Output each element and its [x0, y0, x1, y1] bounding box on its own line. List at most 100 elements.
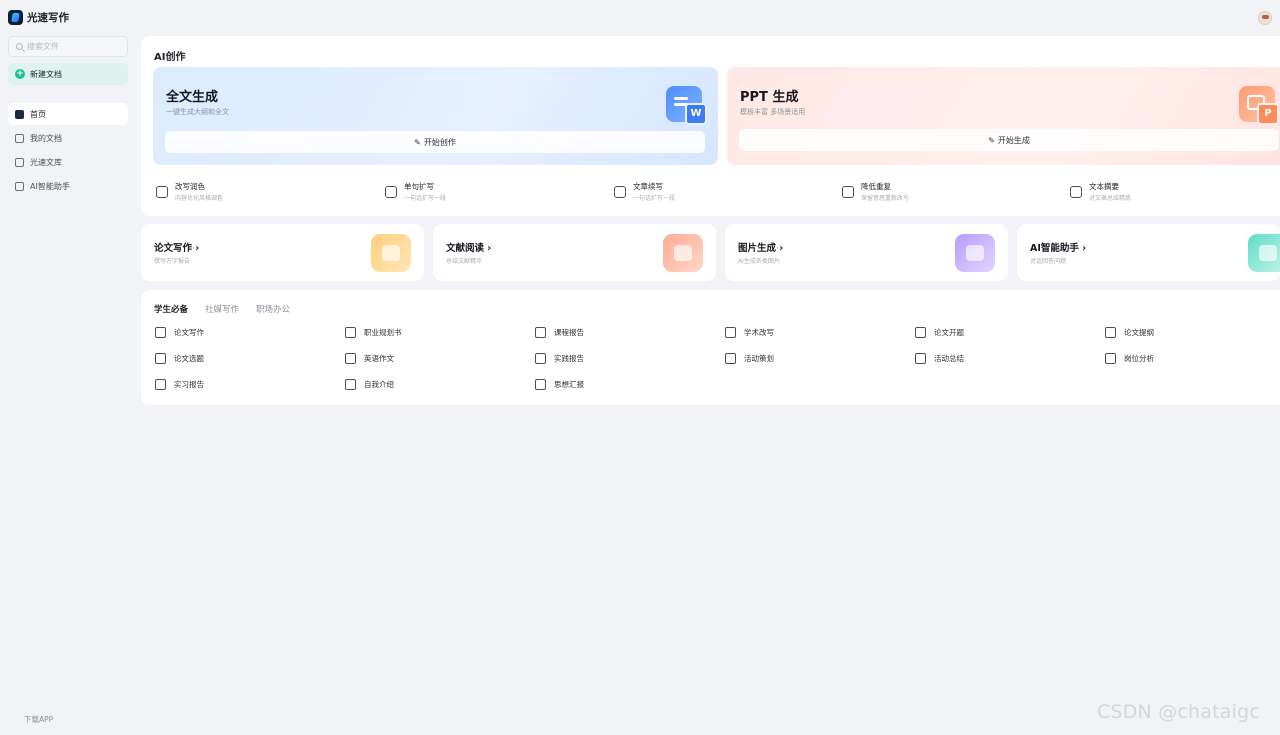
template-internship-report[interactable]: 实习报告 — [155, 379, 204, 390]
card-subtitle: AI生成各类图片 — [738, 258, 780, 265]
template-label: 思想汇报 — [554, 380, 584, 389]
rewrite-icon — [156, 185, 168, 198]
app-name: 光速写作 — [27, 12, 69, 24]
tool-row: 改写润色 内容优化风格调色 单句扩写一句话扩写一段 文章续写 一句话扩写一段 降低重… — [156, 181, 1280, 203]
tool-rewrite[interactable]: 改写润色 内容优化风格调色 — [156, 181, 223, 202]
app-logo[interactable]: 光速写作 — [8, 10, 69, 25]
ai-creation-panel: AI创作 全文生成 一键生成大纲和全文 ✎ 开始创作 PPT 生成 模板丰富 多… — [141, 36, 1280, 216]
ppt-icon — [1239, 86, 1279, 125]
tool-expand[interactable]: 单句扩写一句话扩写一段 — [385, 181, 446, 202]
intern-icon — [155, 379, 166, 390]
template-job-analysis[interactable]: 岗位分析 — [1105, 353, 1154, 364]
start-writing-button[interactable]: ✎ 开始创作 — [165, 131, 705, 153]
ppt-generation-card[interactable]: PPT 生成 模板丰富 多场景适用 ✎ 开始生成 — [727, 67, 1280, 165]
template-career-plan[interactable]: 职业规划书 — [345, 327, 402, 338]
english-icon — [345, 353, 356, 364]
event-icon — [725, 353, 736, 364]
tool-continue[interactable]: 文章续写 一句话扩写一段 — [614, 181, 675, 202]
template-thought-report[interactable]: 思想汇报 — [535, 379, 584, 390]
tool-desc: 保留意思重新改写 — [861, 195, 910, 202]
magic-wand-icon: ✎ — [988, 135, 995, 145]
tab-social-media[interactable]: 社媒写作 — [205, 303, 239, 315]
sidebar-item-library[interactable]: 光速文库 — [8, 151, 128, 173]
analysis-icon — [1105, 353, 1116, 364]
template-event-plan[interactable]: 活动策划 — [725, 353, 774, 364]
tool-summary[interactable]: 文本摘要对文章总结精炼 — [1070, 181, 1131, 202]
template-outline[interactable]: 论文提纲 — [1105, 327, 1154, 338]
feature-card-literature[interactable]: 文献阅读 › 总结文献精华 — [433, 224, 716, 281]
sidebar-item-ai-assistant[interactable]: AI智能助手 — [8, 175, 128, 197]
outline-icon — [1105, 327, 1116, 338]
start-generate-button[interactable]: ✎ 开始生成 — [739, 129, 1279, 151]
template-proposal[interactable]: 论文开题 — [915, 327, 964, 338]
search-input[interactable]: 搜索文件 — [8, 36, 128, 57]
template-practice-report[interactable]: 实践报告 — [535, 353, 584, 364]
new-document-label: 新建文档 — [30, 69, 62, 79]
template-label: 论文提纲 — [1124, 328, 1154, 337]
library-icon — [15, 157, 24, 167]
template-english-essay[interactable]: 英语作文 — [345, 353, 394, 364]
card-subtitle: 对话回答问题 — [1030, 258, 1067, 265]
sidebar-item-label: 首页 — [30, 109, 46, 119]
section-title: AI创作 — [154, 52, 186, 63]
feature-card-paper[interactable]: 论文写作 › 撰写万字报告 — [141, 224, 424, 281]
hero-subtitle: 模板丰富 多场景适用 — [740, 108, 806, 116]
tab-student[interactable]: 学生必备 — [154, 303, 188, 315]
template-label: 英语作文 — [364, 354, 394, 363]
tool-desc: 内容优化风格调色 — [175, 195, 224, 202]
tool-desc: 对文章总结精炼 — [1089, 195, 1132, 202]
template-label: 实习报告 — [174, 380, 204, 389]
template-label: 论文开题 — [934, 328, 964, 337]
document-icon — [15, 133, 24, 143]
tool-desc: 一句话扩写一段 — [633, 195, 676, 202]
feature-card-image[interactable]: 图片生成 › AI生成各类图片 — [725, 224, 1008, 281]
sidebar-item-label: 光速文库 — [30, 157, 62, 167]
summary-icon — [915, 353, 926, 364]
sidebar: 光速写作 搜索文件 + 新建文档 首页 我的文档 光速文库 AI智能助手 下载A… — [0, 0, 136, 735]
template-label: 实践报告 — [554, 354, 584, 363]
word-doc-icon — [666, 86, 707, 125]
template-tabs: 学生必备 社媒写作 职场办公 — [154, 303, 290, 315]
tool-name: 降低重复 — [861, 182, 891, 191]
hero-title: PPT 生成 — [740, 90, 799, 105]
templates-panel: 学生必备 社媒写作 职场办公 论文写作 职业规划书 课程报告 学术改写 论文开题… — [141, 290, 1280, 405]
home-icon — [15, 109, 24, 119]
avatar[interactable] — [1258, 11, 1272, 25]
card-subtitle: 撰写万字报告 — [154, 258, 191, 265]
card-title: 图片生成 › — [738, 243, 784, 254]
tool-dedupe[interactable]: 降低重复保留意思重新改写 — [842, 181, 909, 202]
new-document-button[interactable]: + 新建文档 — [8, 63, 128, 85]
proposal-icon — [915, 327, 926, 338]
template-paper-writing[interactable]: 论文写作 — [155, 327, 204, 338]
card-title: 文献阅读 › — [446, 243, 492, 254]
tool-name: 单句扩写 — [404, 182, 434, 191]
template-topic[interactable]: 论文选题 — [155, 353, 204, 364]
tool-desc: 一句话扩写一段 — [404, 195, 447, 202]
template-course-report[interactable]: 课程报告 — [535, 327, 584, 338]
template-self-intro[interactable]: 自我介绍 — [345, 379, 394, 390]
logo-icon — [8, 10, 23, 25]
hero-title: 全文生成 — [166, 90, 219, 105]
image-generation-icon — [955, 234, 995, 272]
expand-icon — [385, 185, 397, 198]
sidebar-item-my-docs[interactable]: 我的文档 — [8, 127, 128, 149]
course-icon — [535, 327, 546, 338]
download-app-link[interactable]: 下载APP — [24, 714, 53, 725]
sidebar-item-home[interactable]: 首页 — [8, 103, 128, 125]
template-academic-rewrite[interactable]: 学术改写 — [725, 327, 774, 338]
search-icon — [16, 43, 23, 50]
template-event-summary[interactable]: 活动总结 — [915, 353, 964, 364]
feature-card-assistant[interactable]: AI智能助手 › 对话回答问题 — [1017, 224, 1280, 281]
template-label: 自我介绍 — [364, 380, 394, 389]
sidebar-item-label: AI智能助手 — [30, 181, 70, 191]
template-label: 论文写作 — [174, 328, 204, 337]
template-label: 课程报告 — [554, 328, 584, 337]
plan-icon — [345, 327, 356, 338]
card-subtitle: 总结文献精华 — [446, 258, 483, 265]
full-text-generation-card[interactable]: 全文生成 一键生成大纲和全文 ✎ 开始创作 — [153, 67, 718, 165]
tool-name: 文本摘要 — [1089, 182, 1119, 191]
tab-workplace[interactable]: 职场办公 — [256, 303, 290, 315]
hero-subtitle: 一键生成大纲和全文 — [166, 108, 229, 116]
paper-icon — [155, 327, 166, 338]
intro-icon — [345, 379, 356, 390]
